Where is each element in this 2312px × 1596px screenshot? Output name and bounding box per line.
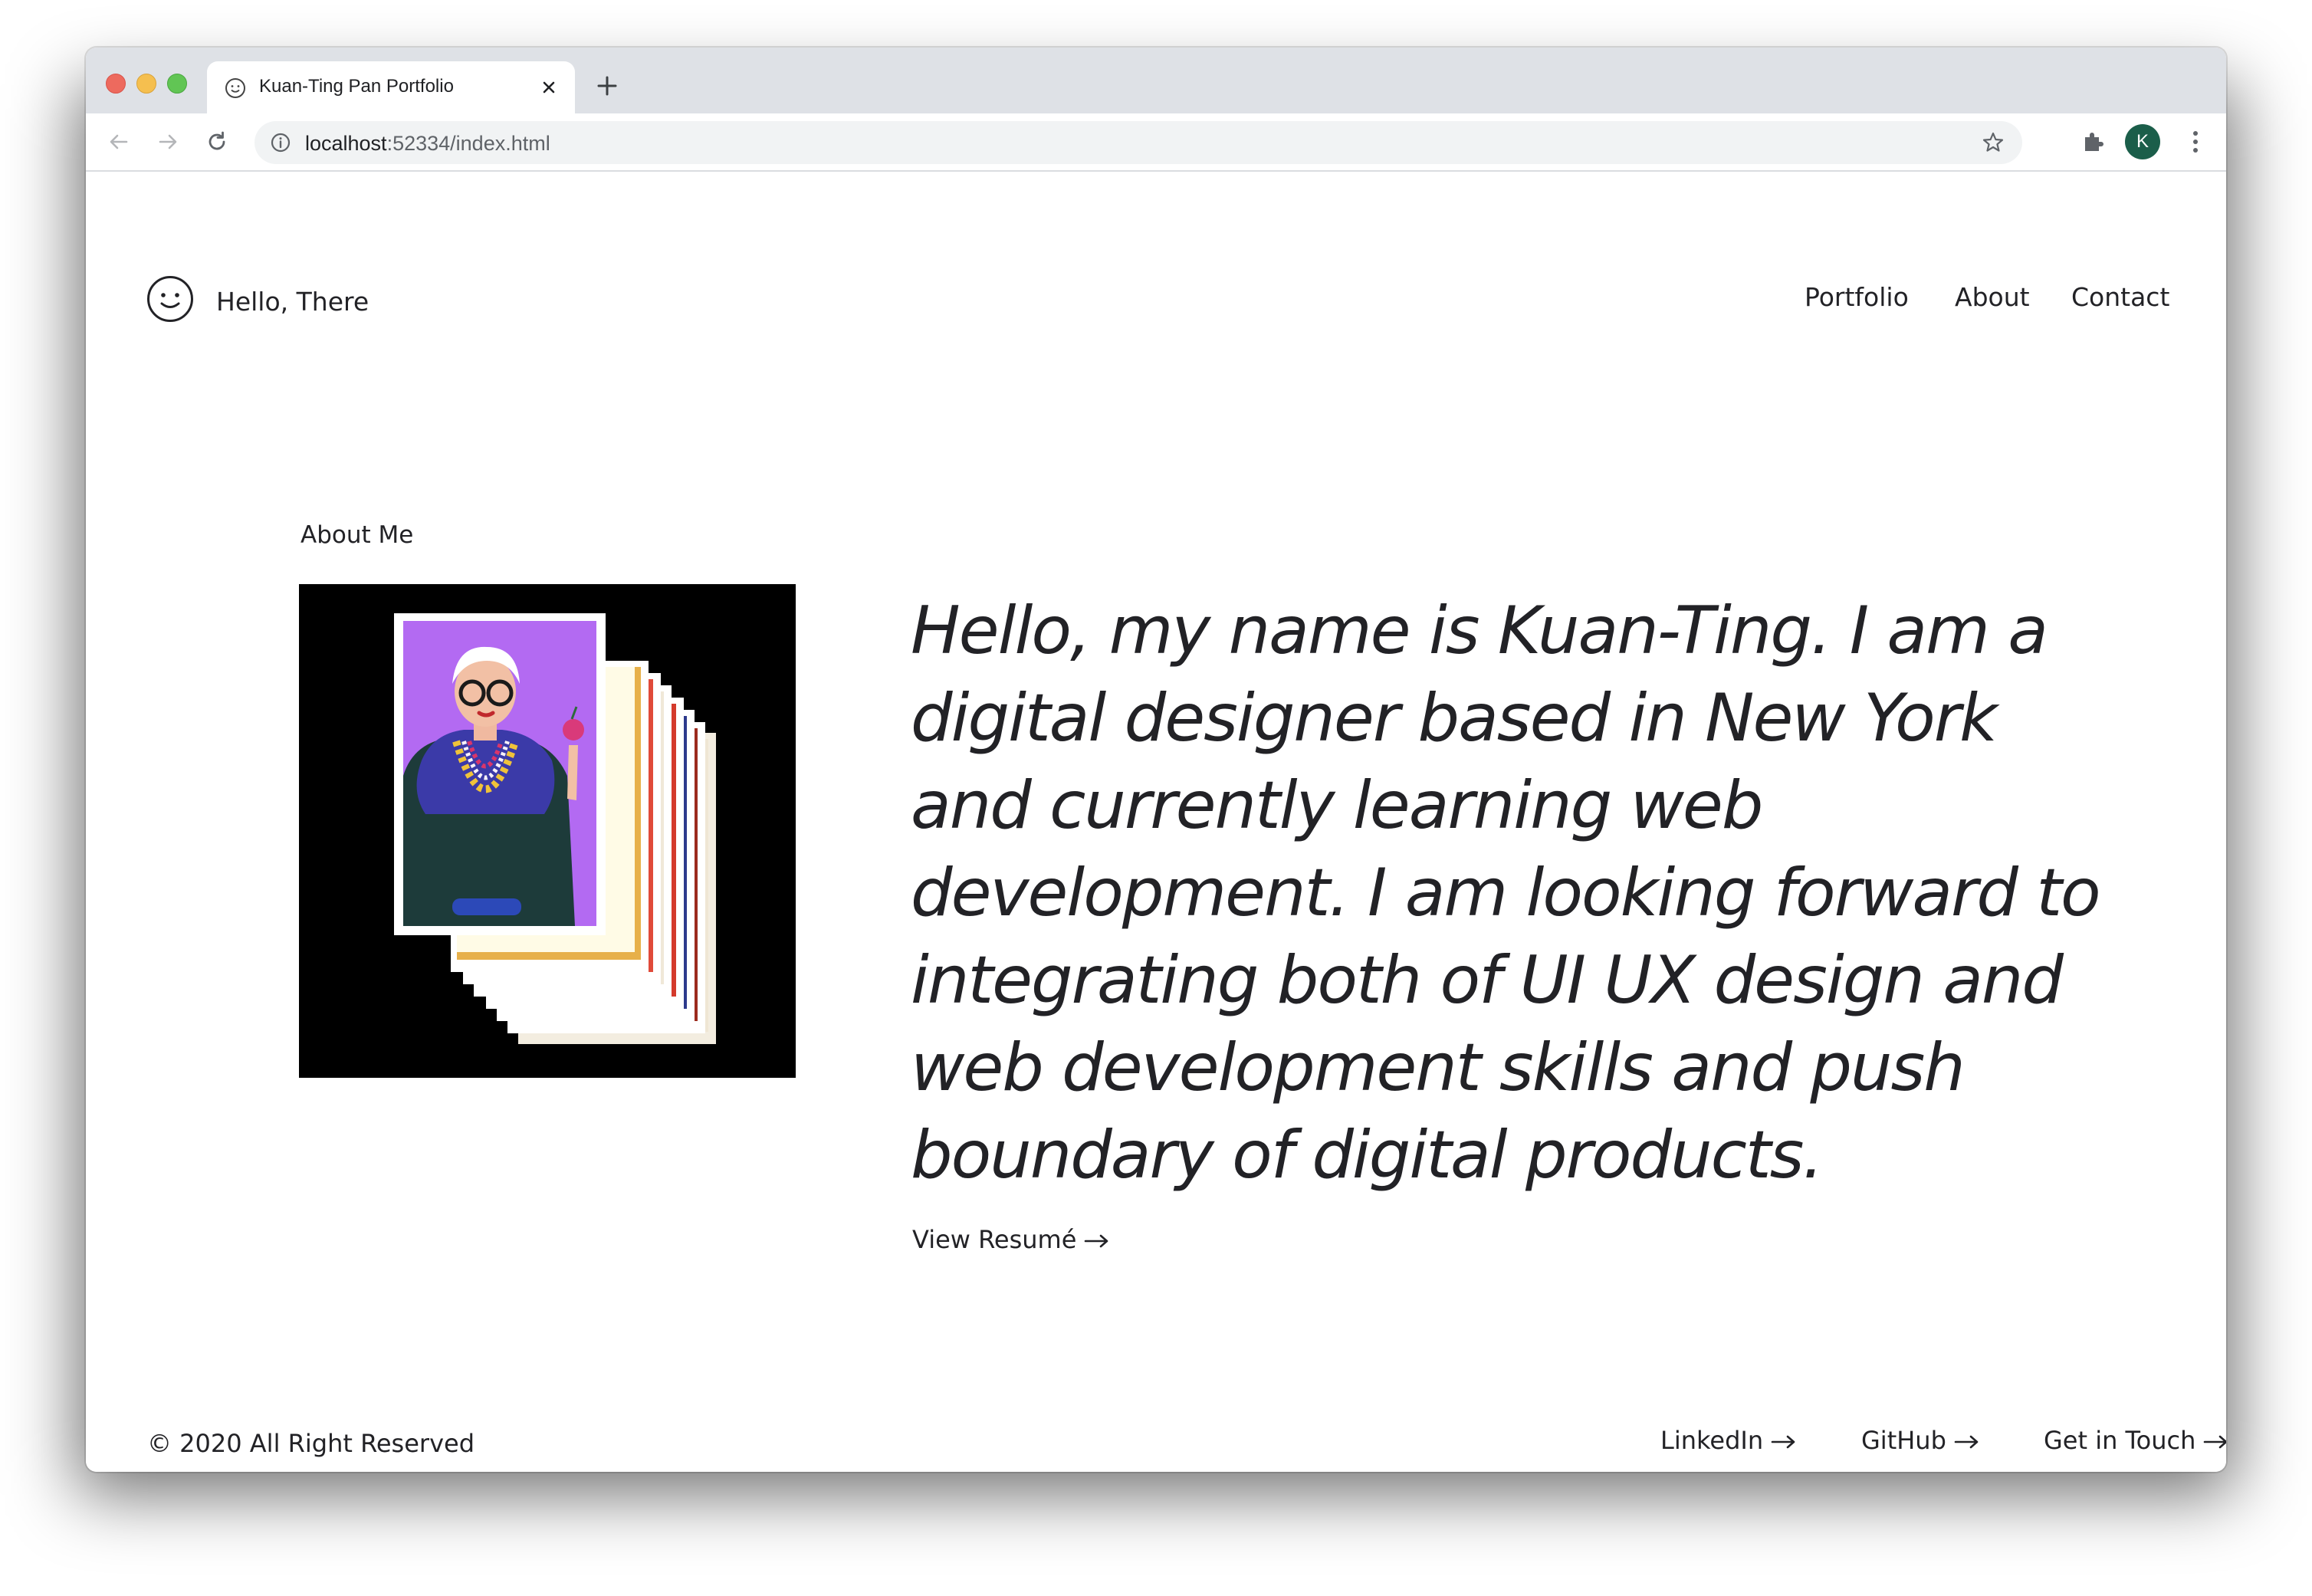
right-arrow-icon [1085, 1234, 1108, 1248]
right-arrow-icon [1771, 1435, 1795, 1449]
close-tab-icon[interactable] [540, 78, 558, 97]
about-illustration [299, 584, 796, 1078]
smiley-favicon-icon [225, 78, 245, 98]
github-label: GitHub [1861, 1426, 1946, 1455]
right-arrow-icon [1954, 1435, 1979, 1449]
copyright-text: © 2020 All Right Reserved [147, 1429, 475, 1458]
browser-tab[interactable]: Kuan-Ting Pan Portfolio [207, 61, 575, 113]
logo-text[interactable]: Hello, There [216, 287, 369, 317]
nav-about[interactable]: About [1955, 282, 2030, 312]
extensions-puzzle-icon[interactable] [2080, 129, 2107, 155]
url-host: localhost [305, 132, 387, 155]
forward-arrow-icon[interactable] [156, 130, 179, 153]
title-bar: Kuan-Ting Pan Portfolio [86, 48, 2226, 113]
web-page: Hello, There Portfolio About Contact Abo… [86, 172, 2226, 1472]
bookmark-star-icon[interactable] [1981, 130, 2005, 155]
right-arrow-icon [2204, 1435, 2226, 1449]
browser-window: Kuan-Ting Pan Portfolio localhost:52334/… [86, 48, 2226, 1472]
reload-icon[interactable] [205, 130, 228, 153]
intro-paragraph: Hello, my name is Kuan-Ting. I am a digi… [911, 593, 2101, 1194]
smiley-face-icon[interactable] [146, 274, 195, 323]
url-text[interactable]: localhost:52334/index.html [305, 132, 550, 156]
linkedin-link[interactable]: LinkedIn [1660, 1426, 1797, 1455]
back-arrow-icon[interactable] [107, 130, 130, 153]
close-window-button[interactable] [106, 74, 126, 94]
browser-toolbar: localhost:52334/index.html K [86, 113, 2226, 172]
get-in-touch-link[interactable]: Get in Touch [2044, 1426, 2226, 1455]
nav-contact[interactable]: Contact [2071, 282, 2169, 312]
view-resume-label: View Resumé [912, 1225, 1077, 1254]
stacked-portrait-cards-image [394, 613, 716, 1044]
browser-menu-icon[interactable] [2189, 129, 2202, 155]
view-resume-link[interactable]: View Resumé [912, 1225, 1110, 1254]
maximize-window-button[interactable] [167, 74, 187, 94]
site-info-icon[interactable] [270, 132, 291, 153]
nav-portfolio[interactable]: Portfolio [1805, 282, 1909, 312]
github-link[interactable]: GitHub [1861, 1426, 1980, 1455]
new-tab-icon[interactable] [596, 75, 618, 97]
url-path: :52334/index.html [386, 132, 550, 155]
tab-title: Kuan-Ting Pan Portfolio [259, 76, 454, 97]
profile-avatar[interactable]: K [2125, 124, 2160, 159]
address-bar[interactable]: localhost:52334/index.html [255, 121, 2022, 164]
get-in-touch-label: Get in Touch [2044, 1426, 2196, 1455]
linkedin-label: LinkedIn [1660, 1426, 1764, 1455]
minimize-window-button[interactable] [136, 74, 156, 94]
section-label: About Me [300, 521, 414, 549]
